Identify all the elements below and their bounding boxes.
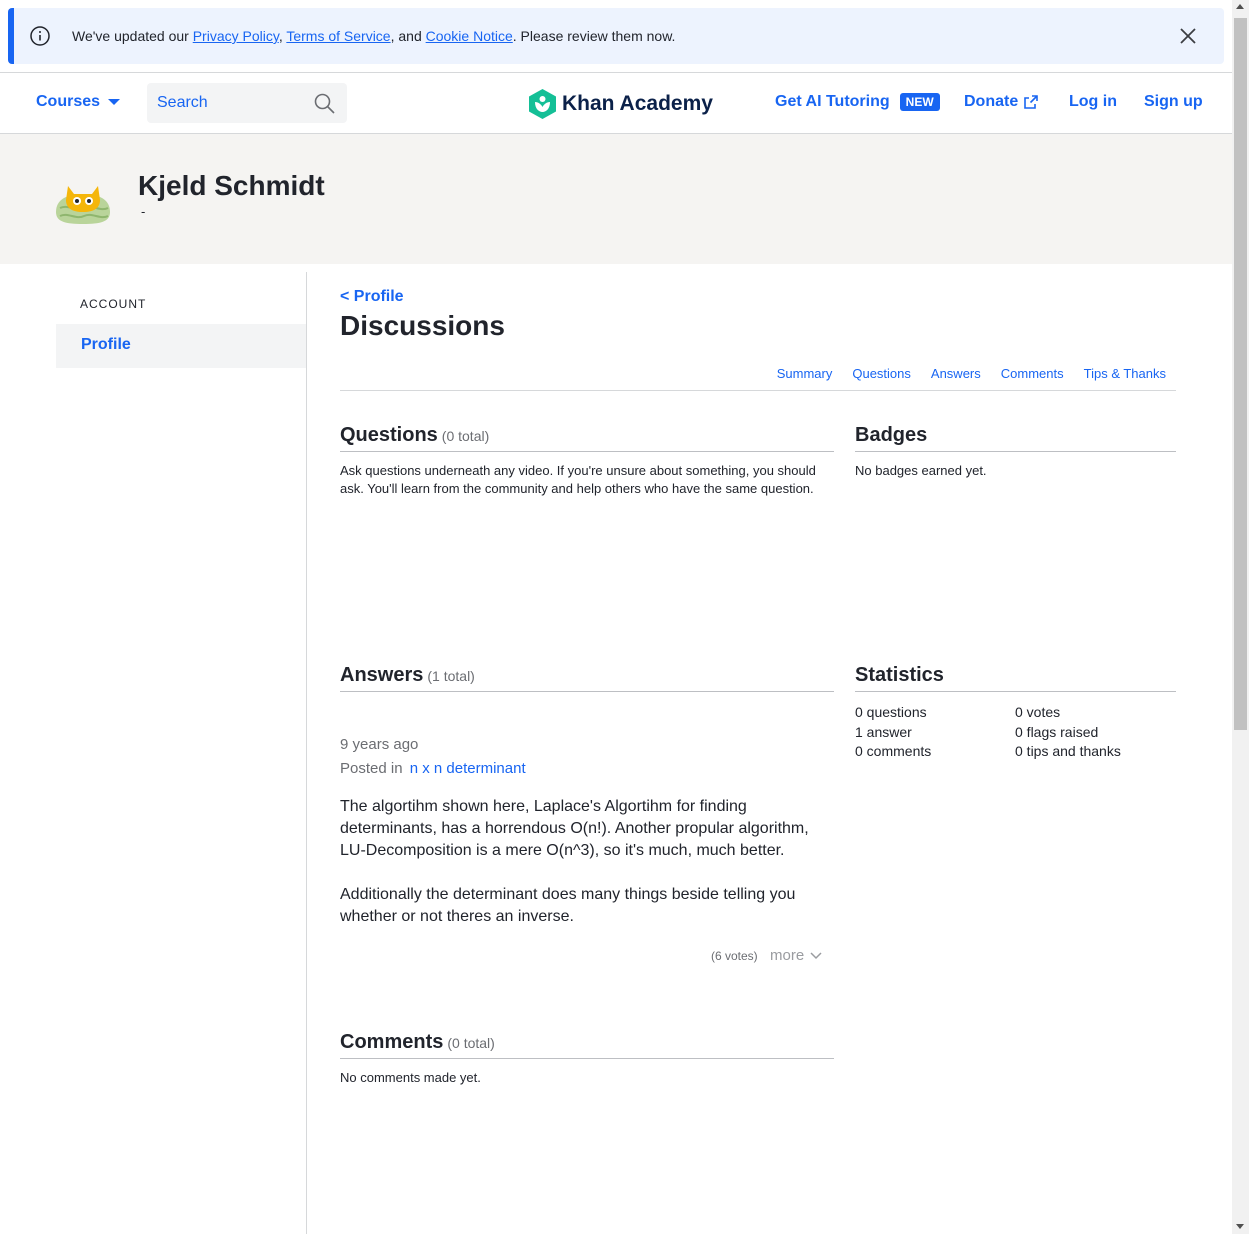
- scroll-thumb[interactable]: [1234, 18, 1247, 730]
- caret-down-icon: [108, 99, 121, 105]
- page-scrollbar[interactable]: [1232, 0, 1249, 1234]
- answer-posted-in: Posted in n x n determinant: [340, 760, 526, 777]
- questions-heading: Questions (0 total): [340, 412, 834, 452]
- site-header: Courses Search Khan Academy Get AI Tutor…: [0, 72, 1232, 134]
- logo-icon: [529, 89, 556, 119]
- more-label: more: [770, 947, 805, 964]
- scroll-up-icon[interactable]: [1236, 4, 1244, 9]
- discussion-subnav: Summary Questions Answers Comments Tips …: [777, 366, 1166, 381]
- notice-sep: , and: [390, 28, 426, 44]
- cookie-notice-link[interactable]: Cookie Notice: [426, 28, 513, 44]
- sidebar-item-label: Profile: [81, 336, 131, 353]
- close-icon[interactable]: [1176, 24, 1200, 48]
- answers-heading: Answers (1 total): [340, 652, 834, 692]
- stat-tips: 0 tips and thanks: [1015, 743, 1121, 759]
- search-icon[interactable]: [314, 93, 335, 114]
- answer-votes: (6 votes): [711, 949, 758, 963]
- tab-questions[interactable]: Questions: [852, 366, 911, 381]
- login-link[interactable]: Log in: [1069, 93, 1117, 111]
- donate-label: Donate: [964, 93, 1019, 110]
- stats-column-2: 0 votes 0 flags raised 0 tips and thanks: [1015, 703, 1121, 762]
- profile-name: Kjeld Schmidt: [138, 170, 325, 201]
- page-title: Discussions: [340, 310, 505, 341]
- comments-title: Comments: [340, 1031, 444, 1053]
- comments-heading: Comments (0 total): [340, 1019, 834, 1059]
- comments-total: (0 total): [447, 1035, 495, 1051]
- chevron-down-icon: [810, 951, 822, 959]
- notice-banner: We've updated our Privacy Policy, Terms …: [8, 8, 1224, 64]
- comments-empty-text: No comments made yet.: [340, 1070, 481, 1085]
- answers-total: (1 total): [427, 668, 475, 684]
- questions-title: Questions: [340, 424, 438, 446]
- badges-title: Badges: [855, 424, 928, 446]
- statistics-title: Statistics: [855, 664, 944, 686]
- answers-title: Answers: [340, 664, 424, 686]
- tab-answers[interactable]: Answers: [931, 366, 981, 381]
- statistics-heading: Statistics: [855, 652, 1176, 692]
- signup-link[interactable]: Sign up: [1144, 93, 1203, 111]
- stat-comments: 0 comments: [855, 743, 932, 759]
- ai-tutoring-link[interactable]: Get AI Tutoring NEW: [775, 93, 940, 111]
- avatar: [56, 186, 110, 224]
- more-button[interactable]: more: [770, 947, 822, 964]
- tab-tips-thanks[interactable]: Tips & Thanks: [1084, 366, 1166, 381]
- scroll-down-icon[interactable]: [1236, 1224, 1244, 1229]
- stat-flags: 0 flags raised: [1015, 723, 1099, 740]
- answer-paragraph: Additionally the determinant does many t…: [340, 886, 796, 925]
- courses-label: Courses: [36, 93, 101, 110]
- ai-tutoring-label: Get AI Tutoring: [775, 93, 890, 110]
- badges-empty-text: No badges earned yet.: [855, 463, 987, 478]
- questions-empty-text: Ask questions underneath any video. If y…: [340, 463, 816, 496]
- logo-text: Khan Academy: [562, 92, 713, 115]
- search-input[interactable]: Search: [147, 83, 347, 123]
- notice-suffix: . Please review them now.: [512, 28, 676, 44]
- account-section-label: ACCOUNT: [80, 297, 147, 311]
- tab-comments[interactable]: Comments: [1001, 366, 1064, 381]
- privacy-policy-link[interactable]: Privacy Policy: [193, 28, 279, 44]
- questions-total: (0 total): [441, 428, 490, 444]
- stat-votes: 0 votes: [1015, 704, 1061, 720]
- new-badge: NEW: [899, 93, 940, 111]
- answer-timestamp: 9 years ago: [340, 736, 419, 753]
- back-to-profile-link[interactable]: < Profile: [340, 288, 404, 306]
- profile-header: Kjeld Schmidt -: [0, 134, 1232, 264]
- khan-academy-logo[interactable]: Khan Academy: [529, 89, 713, 119]
- notice-prefix: We've updated our: [72, 28, 193, 44]
- badges-heading: Badges: [855, 412, 1176, 452]
- search-placeholder: Search: [157, 94, 208, 111]
- profile-username: -: [141, 204, 146, 219]
- answer-paragraph: The algortihm shown here, Laplace's Algo…: [340, 798, 809, 859]
- posted-in-label: Posted in: [340, 760, 403, 777]
- info-icon: [28, 24, 52, 48]
- posted-in-link[interactable]: n x n determinant: [410, 760, 526, 777]
- sidebar-item-profile[interactable]: Profile: [56, 324, 306, 368]
- external-link-icon: [1024, 95, 1039, 109]
- stats-column-1: 0 questions 1 answer 0 comments: [855, 703, 931, 762]
- notice-message: We've updated our Privacy Policy, Terms …: [72, 28, 675, 44]
- stat-answers: 1 answer: [855, 723, 912, 740]
- stat-questions: 0 questions: [855, 704, 927, 720]
- sidebar-divider: [306, 272, 307, 1234]
- tab-summary[interactable]: Summary: [777, 366, 833, 381]
- divider: [340, 390, 1176, 391]
- terms-link[interactable]: Terms of Service: [286, 28, 390, 44]
- answer-body: The algortihm shown here, Laplace's Algo…: [340, 796, 834, 928]
- donate-link[interactable]: Donate: [964, 93, 1039, 111]
- courses-menu-button[interactable]: Courses: [36, 93, 121, 111]
